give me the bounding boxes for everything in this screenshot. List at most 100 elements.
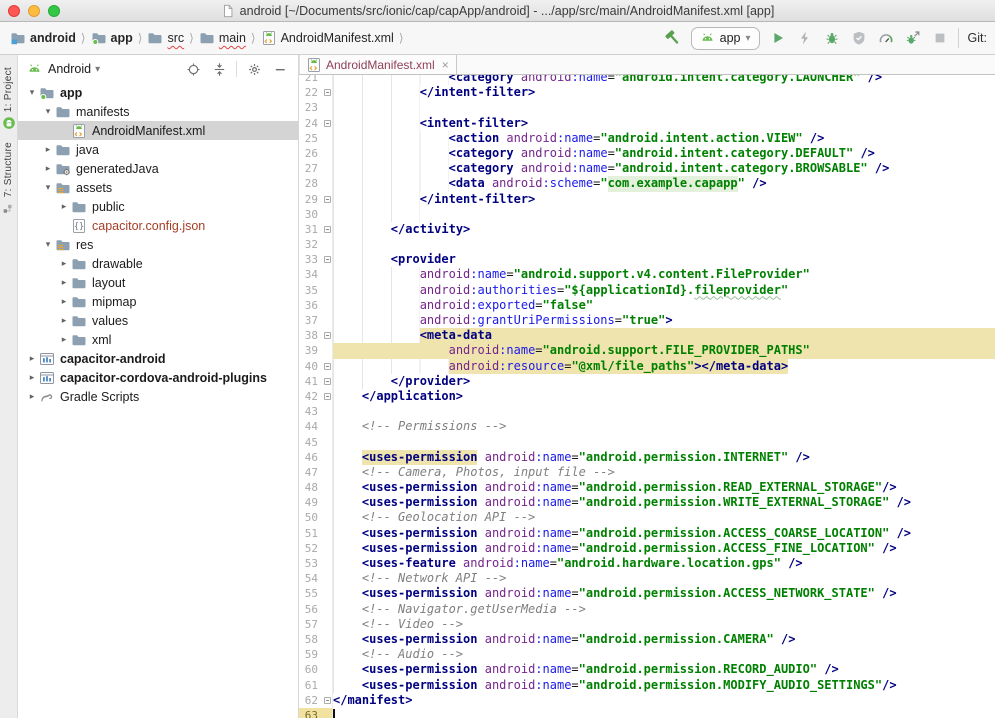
line-number[interactable]: 56 bbox=[299, 602, 322, 617]
tab-androidmanifest-xml[interactable]: AndroidManifest.xml × bbox=[299, 55, 457, 74]
tree-item-capacitor-config-json[interactable]: {}capacitor.config.json bbox=[18, 216, 298, 235]
expand-arrow-icon[interactable]: ▸ bbox=[26, 353, 38, 364]
expand-arrow-icon[interactable]: ▾ bbox=[42, 182, 54, 193]
line-number[interactable]: 58 bbox=[299, 632, 322, 647]
code-line-34[interactable]: 34android:name="android.support.v4.conte… bbox=[299, 267, 995, 282]
code-line-40[interactable]: 40android:resource="@xml/file_paths"></m… bbox=[299, 359, 995, 374]
line-number[interactable]: 41 bbox=[299, 374, 322, 389]
line-number[interactable]: 45 bbox=[299, 435, 322, 450]
fold-marker-icon[interactable] bbox=[322, 85, 333, 100]
code-line-45[interactable]: 45 bbox=[299, 435, 995, 450]
line-number[interactable]: 36 bbox=[299, 298, 322, 313]
run-button[interactable] bbox=[769, 29, 787, 47]
fold-marker-icon[interactable] bbox=[322, 116, 333, 131]
expand-arrow-icon[interactable]: ▸ bbox=[58, 296, 70, 307]
code-line-43[interactable]: 43 bbox=[299, 404, 995, 419]
expand-arrow-icon[interactable]: ▸ bbox=[42, 144, 54, 155]
code-line-62[interactable]: 62</manifest> bbox=[299, 693, 995, 708]
code-line-59[interactable]: 59<!-- Audio --> bbox=[299, 647, 995, 662]
code-line-48[interactable]: 48<uses-permission android:name="android… bbox=[299, 480, 995, 495]
fold-marker-icon[interactable] bbox=[322, 389, 333, 404]
code-line-38[interactable]: 38<meta-data bbox=[299, 328, 995, 343]
fold-marker-icon[interactable] bbox=[322, 359, 333, 374]
line-number[interactable]: 52 bbox=[299, 541, 322, 556]
code-line-27[interactable]: 27<category android:name="android.intent… bbox=[299, 161, 995, 176]
code-line-24[interactable]: 24<intent-filter> bbox=[299, 116, 995, 131]
line-number[interactable]: 55 bbox=[299, 586, 322, 601]
code-line-56[interactable]: 56<!-- Navigator.getUserMedia --> bbox=[299, 602, 995, 617]
tool-window-button-7-structure[interactable]: 7: Structure bbox=[2, 142, 15, 214]
line-number[interactable]: 27 bbox=[299, 161, 322, 176]
line-number[interactable]: 31 bbox=[299, 222, 322, 237]
line-number[interactable]: 29 bbox=[299, 192, 322, 207]
code-line-47[interactable]: 47<!-- Camera, Photos, input file --> bbox=[299, 465, 995, 480]
line-number[interactable]: 44 bbox=[299, 419, 322, 434]
line-number[interactable]: 62 bbox=[299, 693, 322, 708]
code-line-58[interactable]: 58<uses-permission android:name="android… bbox=[299, 632, 995, 647]
tree-item-manifests[interactable]: ▾manifests bbox=[18, 102, 298, 121]
tool-window-button-1-project[interactable]: 1: Project bbox=[2, 67, 16, 130]
hide-button[interactable] bbox=[271, 60, 289, 78]
stop-button[interactable] bbox=[931, 29, 949, 47]
profiler-button[interactable] bbox=[877, 29, 895, 47]
line-number[interactable]: 25 bbox=[299, 131, 322, 146]
code-line-51[interactable]: 51<uses-permission android:name="android… bbox=[299, 526, 995, 541]
code-line-28[interactable]: 28<data android:scheme="com.example.capa… bbox=[299, 176, 995, 191]
expand-arrow-icon[interactable]: ▸ bbox=[42, 163, 54, 174]
tree-item-capacitor-cordova-android-plugins[interactable]: ▸capacitor-cordova-android-plugins bbox=[18, 368, 298, 387]
attach-debugger-button[interactable] bbox=[904, 29, 922, 47]
line-number[interactable]: 30 bbox=[299, 207, 322, 222]
gear-button[interactable] bbox=[245, 60, 263, 78]
expand-arrow-icon[interactable]: ▸ bbox=[26, 372, 38, 383]
code-line-63[interactable]: 63 bbox=[299, 708, 995, 718]
line-number[interactable]: 23 bbox=[299, 100, 322, 115]
tree-item-capacitor-android[interactable]: ▸capacitor-android bbox=[18, 349, 298, 368]
zoom-window-button[interactable] bbox=[48, 5, 60, 17]
fold-marker-icon[interactable] bbox=[322, 374, 333, 389]
code-line-52[interactable]: 52<uses-permission android:name="android… bbox=[299, 541, 995, 556]
line-number[interactable]: 63 bbox=[299, 708, 322, 718]
code-line-50[interactable]: 50<!-- Geolocation API --> bbox=[299, 510, 995, 525]
code-line-53[interactable]: 53<uses-feature android:name="android.ha… bbox=[299, 556, 995, 571]
code-line-57[interactable]: 57<!-- Video --> bbox=[299, 617, 995, 632]
close-tab-icon[interactable]: × bbox=[442, 58, 449, 72]
line-number[interactable]: 50 bbox=[299, 510, 322, 525]
editor-body[interactable]: 21<category android:name="android.intent… bbox=[299, 75, 995, 718]
expand-arrow-icon[interactable]: ▸ bbox=[26, 391, 38, 402]
apply-changes-button[interactable] bbox=[796, 29, 814, 47]
line-number[interactable]: 22 bbox=[299, 85, 322, 100]
run-config-selector[interactable]: app ▾ bbox=[691, 27, 760, 50]
project-view-selector[interactable]: Android bbox=[48, 62, 91, 76]
line-number[interactable]: 39 bbox=[299, 343, 322, 358]
expand-arrow-icon[interactable]: ▸ bbox=[58, 201, 70, 212]
code-line-61[interactable]: 61<uses-permission android:name="android… bbox=[299, 678, 995, 693]
breadcrumb-item-main[interactable]: main bbox=[199, 30, 246, 46]
line-number[interactable]: 35 bbox=[299, 283, 322, 298]
breadcrumb-item-src[interactable]: src bbox=[147, 30, 184, 46]
code-line-25[interactable]: 25<action android:name="android.intent.a… bbox=[299, 131, 995, 146]
line-number[interactable]: 43 bbox=[299, 404, 322, 419]
line-number[interactable]: 28 bbox=[299, 176, 322, 191]
tree-item-res[interactable]: ▾res bbox=[18, 235, 298, 254]
line-number[interactable]: 49 bbox=[299, 495, 322, 510]
code-line-30[interactable]: 30 bbox=[299, 207, 995, 222]
tree-item-generatedjava[interactable]: ▸generatedJava bbox=[18, 159, 298, 178]
line-number[interactable]: 21 bbox=[299, 75, 322, 85]
line-number[interactable]: 24 bbox=[299, 116, 322, 131]
tree-item-layout[interactable]: ▸layout bbox=[18, 273, 298, 292]
line-number[interactable]: 59 bbox=[299, 647, 322, 662]
line-number[interactable]: 33 bbox=[299, 252, 322, 267]
coverage-button[interactable] bbox=[850, 29, 868, 47]
code-line-26[interactable]: 26<category android:name="android.intent… bbox=[299, 146, 995, 161]
code-line-44[interactable]: 44<!-- Permissions --> bbox=[299, 419, 995, 434]
target-button[interactable] bbox=[184, 60, 202, 78]
line-number[interactable]: 47 bbox=[299, 465, 322, 480]
expand-arrow-icon[interactable]: ▾ bbox=[26, 87, 38, 98]
line-number[interactable]: 51 bbox=[299, 526, 322, 541]
line-number[interactable]: 40 bbox=[299, 359, 322, 374]
code-line-49[interactable]: 49<uses-permission android:name="android… bbox=[299, 495, 995, 510]
tree-item-java[interactable]: ▸java bbox=[18, 140, 298, 159]
line-number[interactable]: 57 bbox=[299, 617, 322, 632]
breadcrumb-item-android[interactable]: android bbox=[10, 30, 76, 46]
code-line-41[interactable]: 41</provider> bbox=[299, 374, 995, 389]
